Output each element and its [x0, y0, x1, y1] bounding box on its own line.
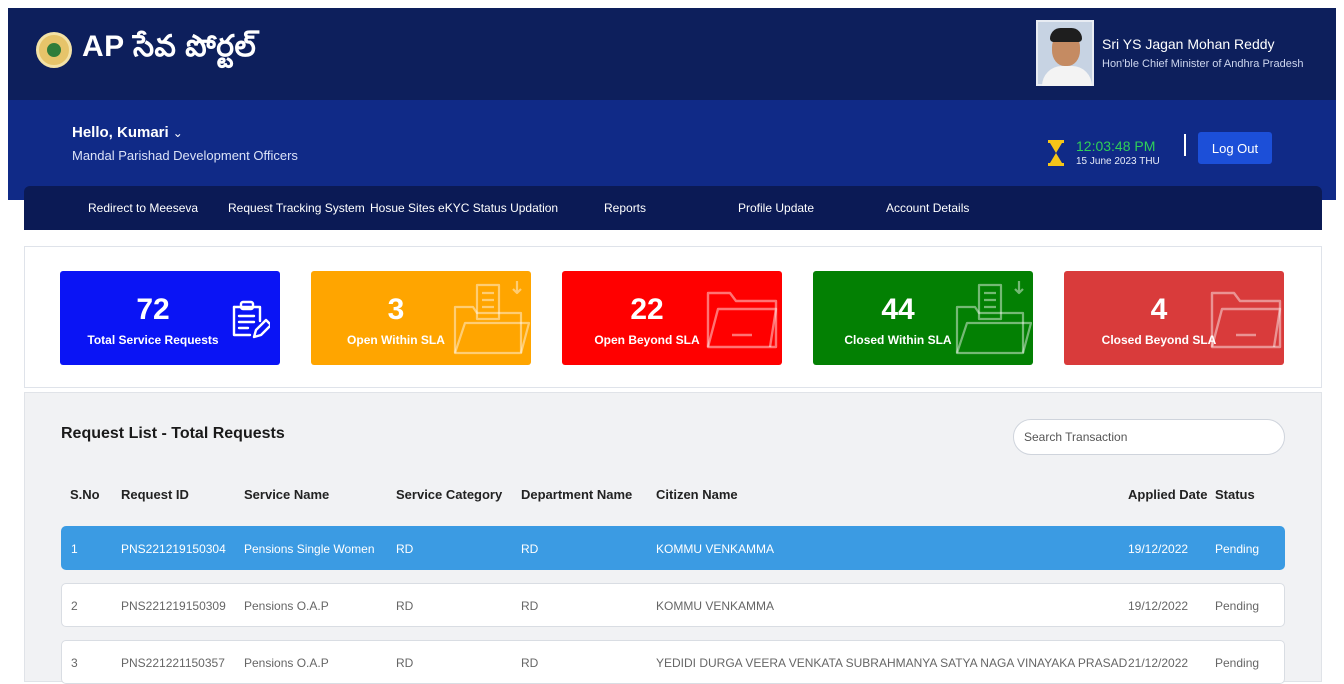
nav-redirect-meeseva[interactable]: Redirect to Meeseva	[88, 201, 198, 215]
user-role: Mandal Parishad Development Officers	[72, 148, 298, 163]
greeting: Hello, Kumari	[72, 124, 169, 141]
chevron-down-icon: ⌄	[172, 126, 183, 140]
clock-date: 15 June 2023 THU	[1076, 156, 1160, 167]
column-header: Applied Date	[1128, 487, 1208, 502]
cell-citizen-name: KOMMU VENKAMMA	[656, 542, 775, 556]
main-nav: Redirect to Meeseva Request Tracking Sys…	[24, 186, 1322, 230]
document-edit-icon	[232, 300, 270, 339]
card-value: 72	[136, 293, 170, 326]
chief-minister-name: Sri YS Jagan Mohan Reddy	[1102, 36, 1275, 52]
top-header: AP సేవ పోర్టల్ Sri YS Jagan Mohan Reddy …	[8, 8, 1336, 100]
hourglass-icon	[1048, 140, 1064, 166]
cell-sno: 1	[71, 542, 78, 556]
cell-service-name: Pensions O.A.P	[244, 599, 329, 613]
card-open-beyond-sla[interactable]: 22 Open Beyond SLA	[562, 271, 782, 365]
cell-department: RD	[521, 656, 539, 670]
cell-sno: 2	[71, 599, 78, 613]
chief-minister-title: Hon'ble Chief Minister of Andhra Pradesh	[1102, 58, 1304, 70]
logout-button[interactable]: Log Out	[1198, 132, 1272, 164]
nav-request-tracking[interactable]: Request Tracking System	[228, 201, 365, 215]
cell-department: RD	[521, 599, 539, 613]
column-header: S.No	[70, 487, 100, 502]
summary-cards: 72 Total Service Requests 3 Open Within …	[24, 246, 1322, 388]
list-title: Request List - Total Requests	[61, 425, 285, 442]
request-list: Request List - Total Requests S.No Reque…	[24, 392, 1322, 684]
divider	[1184, 134, 1186, 156]
cell-applied-date: 19/12/2022	[1128, 599, 1189, 613]
column-header: Request ID	[121, 487, 189, 502]
table-row[interactable]: 3 PNS221221150357 Pensions O.A.P RD RD Y…	[61, 640, 1285, 684]
cell-status: Pending	[1215, 599, 1260, 613]
search-input[interactable]	[1013, 419, 1285, 455]
table-row[interactable]: 2 PNS221219150309 Pensions O.A.P RD RD K…	[61, 583, 1285, 627]
column-header: Department Name	[521, 487, 633, 502]
cell-service-name: Pensions O.A.P	[244, 656, 329, 670]
open-folder-icon	[1210, 291, 1282, 349]
cell-service-name: Pensions Single Women	[244, 542, 375, 556]
column-header: Service Category	[396, 487, 503, 502]
card-label: Total Service Requests	[87, 333, 219, 347]
card-total-requests[interactable]: 72 Total Service Requests	[60, 271, 280, 365]
column-header: Citizen Name	[656, 487, 738, 502]
chief-minister-photo	[1036, 20, 1094, 86]
cell-citizen-name: YEDIDI DURGA VEERA VENKATA SUBRAHMANYA S…	[656, 656, 1128, 670]
cell-service-category: RD	[396, 542, 414, 556]
column-header: Service Name	[244, 487, 330, 502]
user-band: Hello, Kumari ⌄ Mandal Parishad Developme…	[8, 100, 1336, 200]
cell-applied-date: 19/12/2022	[1128, 542, 1189, 556]
open-folder-icon	[706, 291, 778, 349]
nav-reports[interactable]: Reports	[604, 201, 646, 215]
column-header: Status	[1215, 487, 1255, 502]
clock-time: 12:03:48 PM	[1076, 138, 1156, 154]
cell-department: RD	[521, 542, 539, 556]
nav-house-sites-ekyc[interactable]: Hosue Sites eKYC Status Updation	[370, 201, 558, 215]
cell-status: Pending	[1215, 656, 1260, 670]
cell-status: Pending	[1215, 542, 1260, 556]
folder-download-icon	[453, 281, 531, 355]
nav-profile-update[interactable]: Profile Update	[738, 201, 814, 215]
user-menu[interactable]: Hello, Kumari ⌄	[72, 124, 183, 141]
card-closed-within-sla[interactable]: 44 Closed Within SLA	[813, 271, 1033, 365]
cell-request-id: PNS221219150304	[121, 542, 226, 556]
table-row[interactable]: 1 PNS221219150304 Pensions Single Women …	[61, 526, 1285, 570]
ap-emblem-icon	[36, 32, 72, 68]
nav-account-details[interactable]: Account Details	[886, 201, 969, 215]
cell-service-category: RD	[396, 599, 414, 613]
cell-service-category: RD	[396, 656, 414, 670]
cell-citizen-name: KOMMU VENKAMMA	[656, 599, 775, 613]
cell-applied-date: 21/12/2022	[1128, 656, 1189, 670]
cell-sno: 3	[71, 656, 78, 670]
folder-download-icon	[955, 281, 1033, 355]
cell-request-id: PNS221221150357	[121, 656, 225, 670]
portal-title: AP సేవ పోర్టల్	[82, 30, 257, 63]
card-closed-beyond-sla[interactable]: 4 Closed Beyond SLA	[1064, 271, 1284, 365]
cell-request-id: PNS221219150309	[121, 599, 226, 613]
card-open-within-sla[interactable]: 3 Open Within SLA	[311, 271, 531, 365]
